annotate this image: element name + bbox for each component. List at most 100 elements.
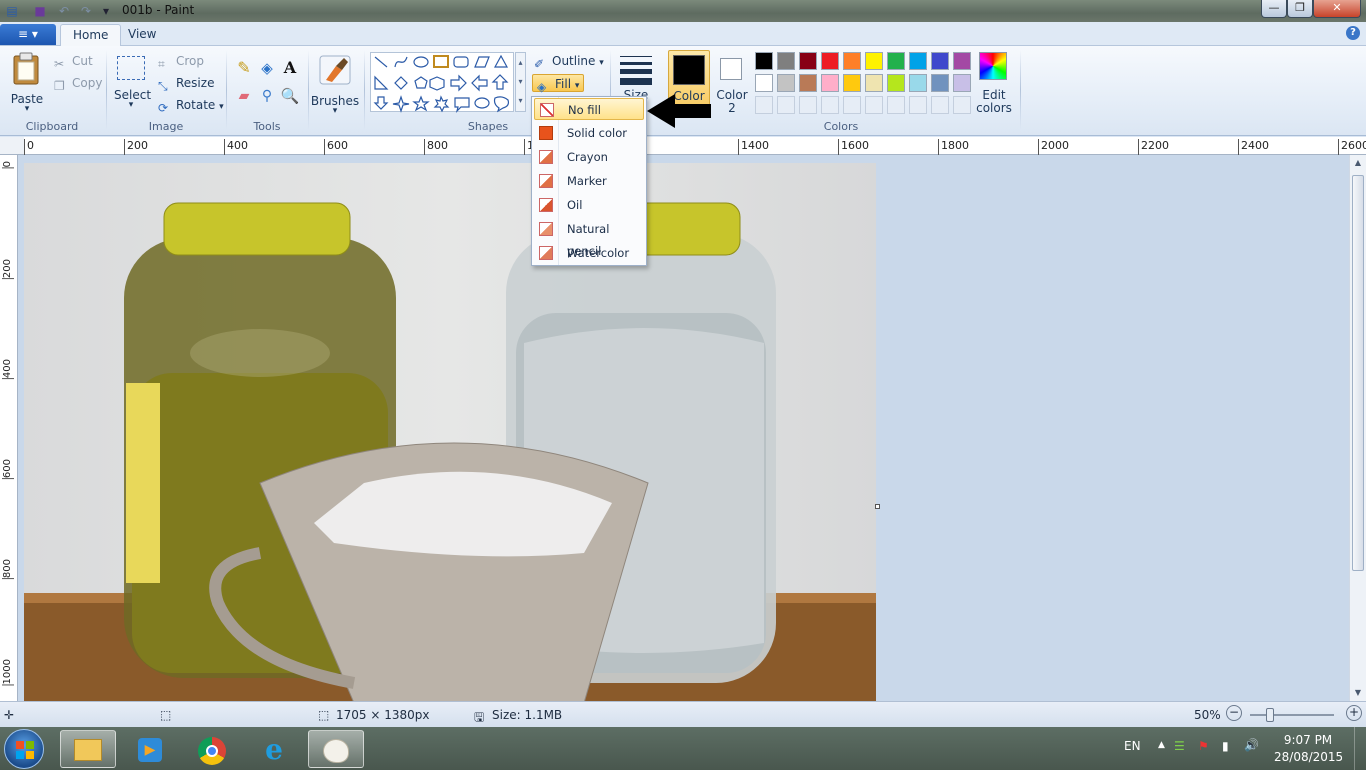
zoom-in-button[interactable]: +: [1346, 705, 1362, 721]
zoom-slider-track[interactable]: [1250, 714, 1334, 716]
scroll-down-icon[interactable]: ▼: [1350, 685, 1366, 701]
network-sync-icon[interactable]: ☰: [1174, 739, 1185, 753]
pencil-icon[interactable]: ✎: [234, 58, 254, 78]
menu-item-no-fill[interactable]: No fill: [534, 98, 644, 120]
customize-quick-access-icon[interactable]: ▾: [98, 3, 114, 19]
help-icon[interactable]: ?: [1346, 26, 1360, 40]
palette-swatch[interactable]: [931, 52, 949, 70]
scrollbar-thumb[interactable]: [1352, 175, 1364, 571]
close-button[interactable]: ✕: [1313, 0, 1361, 18]
fill-button[interactable]: ◈ Fill ▾: [532, 74, 585, 94]
palette-swatch[interactable]: [865, 74, 883, 92]
rotate-button[interactable]: ⟳ Rotate ▾: [158, 96, 224, 115]
taskbar-paint[interactable]: [308, 730, 364, 768]
custom-color-slot[interactable]: [887, 96, 905, 114]
taskbar-internet-explorer[interactable]: e: [246, 730, 302, 768]
menu-item-watercolor[interactable]: Watercolor: [534, 242, 644, 264]
menu-item-natural-pencil[interactable]: Natural pencil: [534, 218, 644, 258]
clock-date[interactable]: 28/08/2015: [1274, 750, 1343, 764]
image-dimensions: 1705 × 1380px: [336, 708, 430, 722]
brushes-button[interactable]: Brushes ▾: [311, 52, 359, 118]
color2-button[interactable]: Color 2: [712, 50, 752, 116]
palette-swatch[interactable]: [865, 52, 883, 70]
palette-swatch[interactable]: [755, 74, 773, 92]
redo-icon[interactable]: ↷: [78, 3, 94, 19]
volume-icon[interactable]: 🔊: [1244, 738, 1259, 752]
tab-view[interactable]: View: [116, 24, 168, 46]
input-language[interactable]: EN: [1124, 739, 1141, 753]
menu-item-solid-color[interactable]: Solid color: [534, 122, 644, 144]
palette-swatch[interactable]: [909, 74, 927, 92]
color-picker-icon[interactable]: ⚲: [257, 86, 277, 106]
clock-time[interactable]: 9:07 PM: [1276, 733, 1340, 747]
maximize-button[interactable]: ❐: [1287, 0, 1313, 18]
palette-swatch[interactable]: [821, 52, 839, 70]
outline-button[interactable]: ✐ Outline ▾: [534, 52, 604, 71]
scroll-up-icon[interactable]: ▲: [1350, 155, 1366, 171]
shapes-scroll[interactable]: ▴ ▾ ▾: [515, 52, 526, 112]
device-icon[interactable]: ▮: [1222, 739, 1229, 753]
vertical-scrollbar[interactable]: ▲ ▼: [1349, 155, 1366, 701]
undo-icon[interactable]: ↶: [56, 3, 72, 19]
palette-swatch[interactable]: [799, 74, 817, 92]
paste-button[interactable]: Paste ▾: [8, 50, 46, 116]
palette-swatch[interactable]: [843, 52, 861, 70]
custom-color-slot[interactable]: [821, 96, 839, 114]
paint-menu-button[interactable]: ≡ ▾: [0, 24, 56, 45]
show-hidden-icons-icon[interactable]: ▲: [1158, 740, 1165, 750]
canvas-image[interactable]: [24, 163, 876, 701]
taskbar-file-explorer[interactable]: [60, 730, 116, 768]
cut-button[interactable]: ✂ Cut: [54, 52, 93, 71]
palette-swatch[interactable]: [777, 74, 795, 92]
minimize-button[interactable]: —: [1261, 0, 1287, 18]
edit-colors-button[interactable]: Edit colors: [976, 52, 1012, 118]
custom-color-slot[interactable]: [755, 96, 773, 114]
start-button[interactable]: [4, 729, 44, 769]
outline-label: Outline: [552, 54, 596, 68]
palette-swatch[interactable]: [931, 74, 949, 92]
paint-app-icon[interactable]: ▤: [4, 3, 20, 19]
canvas-resize-handle[interactable]: [875, 504, 880, 509]
palette-swatch[interactable]: [821, 74, 839, 92]
custom-color-slot[interactable]: [953, 96, 971, 114]
custom-color-slot[interactable]: [931, 96, 949, 114]
custom-color-slot[interactable]: [909, 96, 927, 114]
palette-swatch[interactable]: [755, 52, 773, 70]
text-icon[interactable]: A: [280, 58, 300, 78]
select-button[interactable]: Select ▾: [114, 52, 151, 116]
palette-swatch[interactable]: [953, 74, 971, 92]
copy-button[interactable]: ❐ Copy: [54, 74, 102, 93]
shapes-gallery[interactable]: [370, 52, 514, 113]
menu-item-crayon[interactable]: Crayon: [534, 146, 644, 168]
custom-color-slot[interactable]: [865, 96, 883, 114]
menu-item-oil[interactable]: Oil: [534, 194, 644, 216]
palette-swatch[interactable]: [799, 52, 817, 70]
custom-color-slot[interactable]: [799, 96, 817, 114]
custom-color-slot[interactable]: [777, 96, 795, 114]
ribbon-tab-row: ≡ ▾ Home View ?: [0, 22, 1366, 46]
palette-swatch[interactable]: [909, 52, 927, 70]
magnifier-icon[interactable]: 🔍: [280, 86, 300, 106]
show-desktop-button[interactable]: [1354, 727, 1366, 770]
palette-swatch[interactable]: [887, 52, 905, 70]
clipboard-icon: [13, 52, 39, 85]
save-icon[interactable]: ■: [32, 3, 48, 19]
custom-color-slot[interactable]: [843, 96, 861, 114]
palette-swatch[interactable]: [777, 52, 795, 70]
tab-home[interactable]: Home: [60, 24, 122, 46]
zoom-slider-thumb[interactable]: [1266, 708, 1274, 722]
palette-swatch[interactable]: [843, 74, 861, 92]
palette-swatch[interactable]: [887, 74, 905, 92]
chevron-down-icon: ▾: [128, 100, 134, 110]
eraser-icon[interactable]: ▰: [234, 86, 254, 106]
fill-bucket-icon[interactable]: ◈: [257, 58, 277, 78]
menu-item-marker[interactable]: Marker: [534, 170, 644, 192]
resize-button[interactable]: ⤡ Resize: [158, 74, 214, 93]
colors-group-label: Colors: [823, 120, 859, 133]
palette-swatch[interactable]: [953, 52, 971, 70]
zoom-out-button[interactable]: −: [1226, 705, 1242, 721]
crop-button[interactable]: ⌗ Crop: [158, 52, 204, 71]
action-center-flag-icon[interactable]: ⚑: [1198, 739, 1209, 753]
taskbar-media-player[interactable]: ▶: [122, 730, 178, 768]
taskbar-chrome[interactable]: [184, 730, 240, 768]
